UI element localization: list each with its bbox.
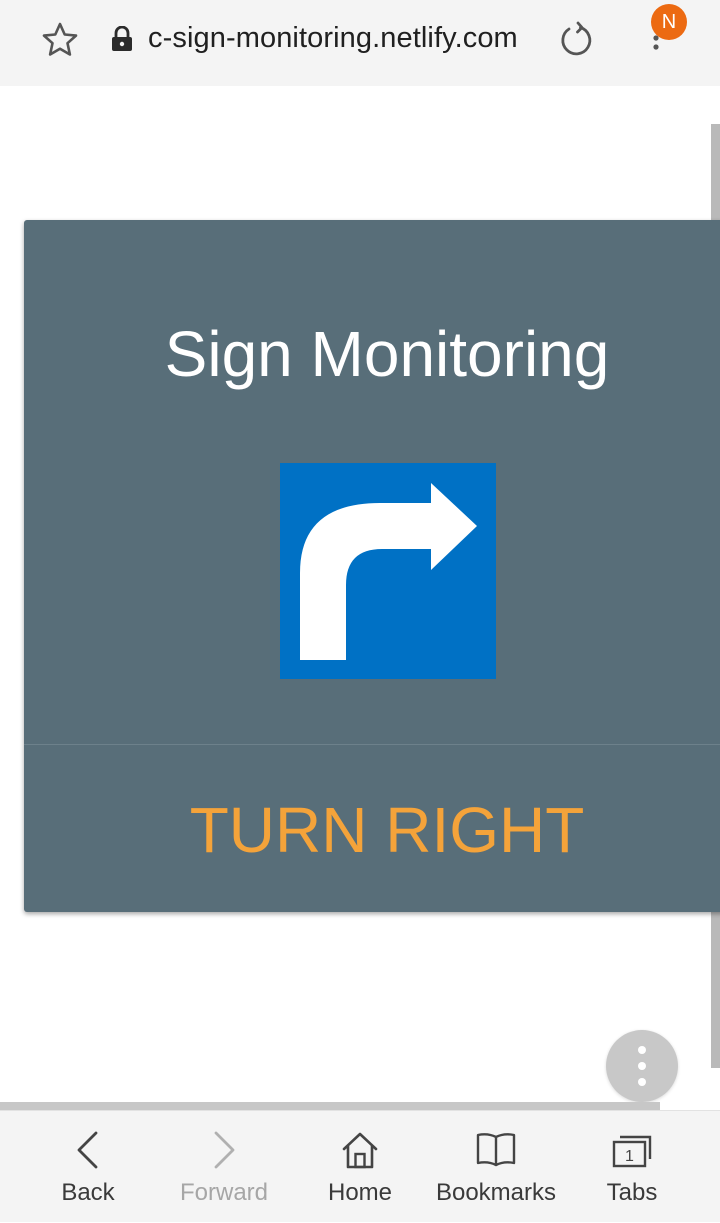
back-arrow-icon <box>68 1129 108 1178</box>
sign-card: Sign Monitoring TURN RIGHT <box>24 220 720 912</box>
back-label: Back <box>61 1179 115 1206</box>
page-progress-bar <box>0 1102 660 1110</box>
forward-label: Forward <box>179 1179 269 1206</box>
home-label: Home <box>327 1179 393 1206</box>
lock-icon <box>110 25 134 52</box>
back-button[interactable]: Back <box>16 1111 160 1223</box>
vertical-dots-icon <box>638 1046 646 1086</box>
card-title: Sign Monitoring <box>164 318 610 390</box>
bookmarks-label: Bookmarks <box>435 1179 557 1206</box>
star-icon[interactable] <box>40 20 80 60</box>
forward-button[interactable]: Forward <box>152 1111 296 1223</box>
bookmarks-icon <box>474 1129 518 1178</box>
address-bar: c-sign-monitoring.netlify.com N <box>0 0 720 86</box>
avatar-badge[interactable]: N <box>651 4 687 40</box>
tabs-button[interactable]: 1 Tabs <box>560 1111 704 1223</box>
reload-icon[interactable] <box>556 20 596 60</box>
turn-right-sign-image <box>280 463 496 679</box>
turn-right-arrow-icon <box>300 483 477 660</box>
home-button[interactable]: Home <box>288 1111 432 1223</box>
bookmarks-button[interactable]: Bookmarks <box>424 1111 568 1223</box>
url-text[interactable]: c-sign-monitoring.netlify.com <box>148 22 518 55</box>
card-divider <box>24 744 720 745</box>
sign-caption: TURN RIGHT <box>189 794 585 866</box>
tabs-icon: 1 <box>610 1129 654 1178</box>
home-icon <box>340 1129 380 1178</box>
bottom-nav: Back Forward Home Bookmarks 1 Tabs <box>0 1110 720 1222</box>
tabs-count: 1 <box>625 1148 634 1165</box>
more-options-button[interactable] <box>606 1030 678 1102</box>
forward-arrow-icon <box>204 1129 244 1178</box>
tabs-label: Tabs <box>606 1179 658 1206</box>
